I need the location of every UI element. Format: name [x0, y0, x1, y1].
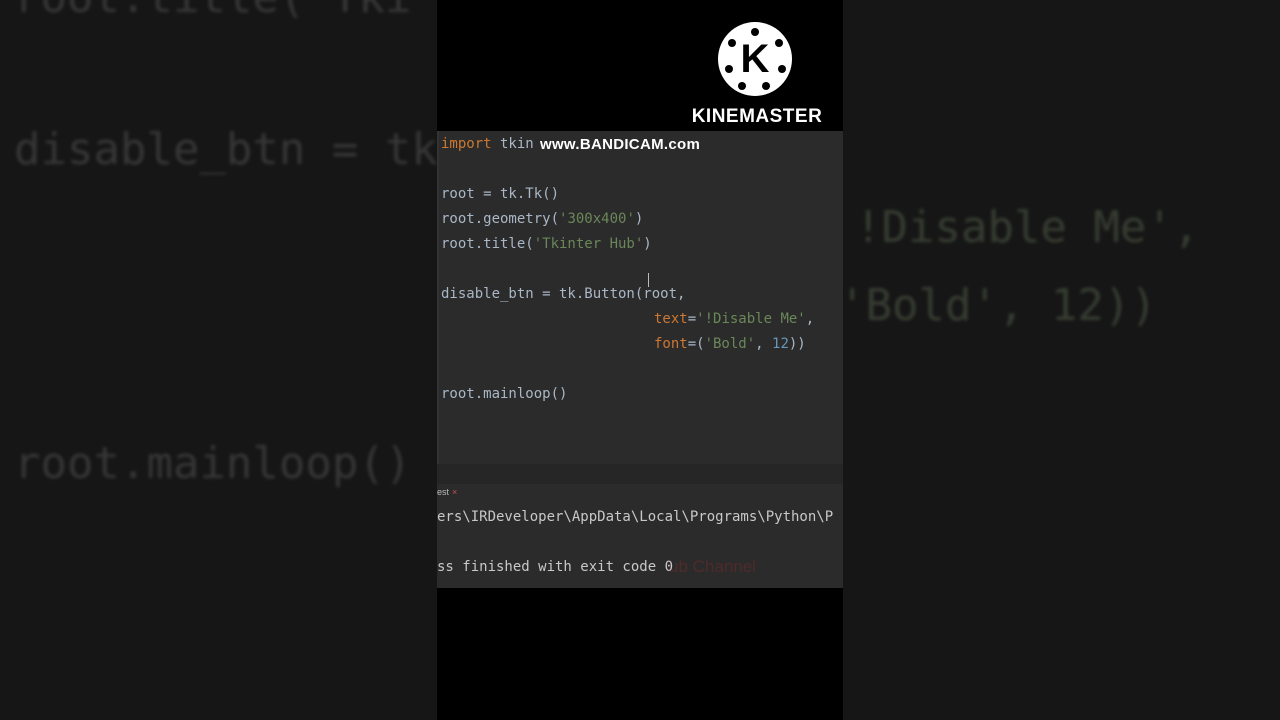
- code-editor[interactable]: import tkin www.BANDICAM.com root = tk.T…: [437, 131, 843, 464]
- run-tab-label: est: [437, 487, 450, 497]
- kinemaster-logo-icon: K: [718, 22, 792, 96]
- editor-gutter: [437, 131, 439, 464]
- code-line-11: root.mainloop(): [441, 386, 568, 402]
- blurred-background-right: !Disable Me', 'Bold', 12)): [843, 0, 1280, 720]
- run-output-panel: est × ers\IRDeveloper\AppData\Local\Progr…: [437, 484, 843, 588]
- close-icon[interactable]: ×: [452, 487, 457, 497]
- panel-separator[interactable]: [437, 464, 843, 484]
- run-output-exit: ss finished with exit code 0: [437, 559, 674, 575]
- bandicam-watermark: www.BANDICAM.com: [540, 136, 701, 153]
- bg-code-line: !Disable Me',: [855, 202, 1200, 253]
- video-frame: K KINEMASTER import tkin www.BANDICAM.co…: [437, 0, 843, 720]
- bg-code-line: 'Bold', 12)): [843, 280, 1157, 331]
- run-output-path: ers\IRDeveloper\AppData\Local\Programs\P…: [437, 509, 834, 525]
- code-line-9: font=('Bold', 12)): [654, 336, 806, 352]
- code-line-4: root.geometry('300x400'): [441, 211, 644, 227]
- run-tab[interactable]: est ×: [437, 487, 457, 497]
- code-line-8: text='!Disable Me',: [654, 311, 815, 327]
- code-line-5: root.title('Tkinter Hub'): [441, 236, 652, 252]
- bg-code-line: disable_btn = tk: [14, 124, 437, 175]
- bg-code-line: root.title('Tki: [14, 0, 411, 23]
- code-line-1: import tkin: [441, 136, 534, 152]
- blurred-background-left: root.title('Tki disable_btn = tk root.ma…: [0, 0, 437, 720]
- code-line-3: root = tk.Tk(): [441, 186, 560, 202]
- code-line-7: disable_btn = tk.Button(root,: [441, 286, 686, 302]
- bg-code-line: root.mainloop(): [14, 438, 412, 489]
- ghost-overlay-text: ub Channel: [669, 557, 756, 576]
- kinemaster-brand-text: KINEMASTER: [691, 106, 823, 127]
